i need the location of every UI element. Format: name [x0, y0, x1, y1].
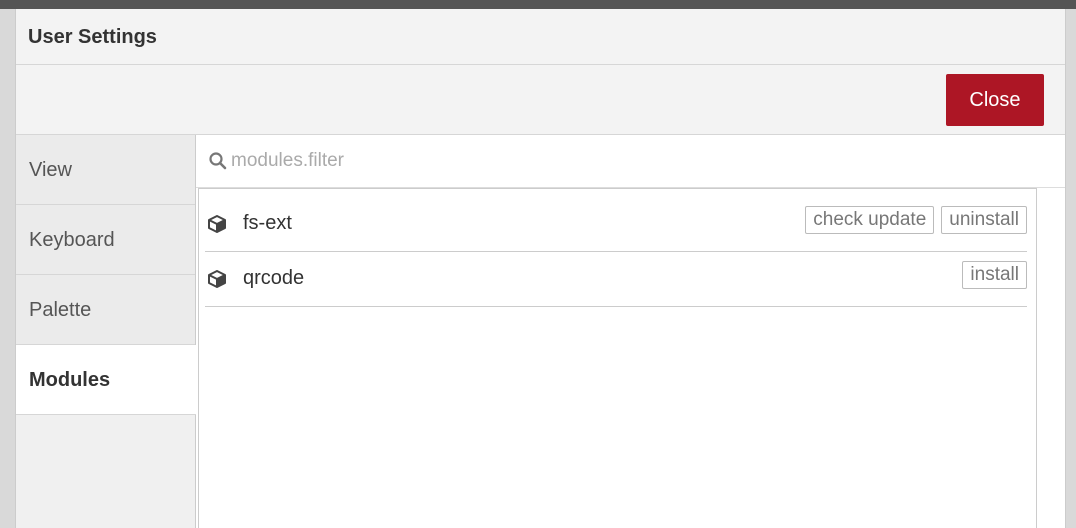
- module-name: fs-ext: [243, 212, 292, 234]
- modules-filter-bar: [196, 135, 1065, 188]
- list-item: fs-ext check update uninstall: [205, 197, 1027, 252]
- dialog-title-bar: User Settings: [16, 9, 1065, 65]
- module-actions: check update uninstall: [805, 206, 1027, 234]
- install-button[interactable]: install: [962, 261, 1027, 289]
- window-top-bar: [0, 0, 1076, 9]
- module-name: qrcode: [243, 267, 305, 289]
- modules-panel: fs-ext check update uninstall qrcode ins…: [196, 135, 1065, 528]
- close-button[interactable]: Close: [946, 74, 1044, 126]
- module-list: fs-ext check update uninstall qrcode ins…: [198, 188, 1037, 528]
- modules-filter-input[interactable]: [229, 145, 1033, 177]
- dialog-button-bar: Close: [16, 65, 1065, 135]
- search-icon: [209, 152, 227, 170]
- list-item: qrcode install: [205, 252, 1027, 307]
- settings-tabs: View Keyboard Palette Modules: [16, 135, 196, 528]
- tab-modules[interactable]: Modules: [16, 345, 196, 415]
- uninstall-button[interactable]: uninstall: [941, 206, 1027, 234]
- tab-view[interactable]: View: [16, 135, 195, 205]
- check-update-button[interactable]: check update: [805, 206, 935, 234]
- cube-icon: [208, 215, 226, 233]
- tab-keyboard[interactable]: Keyboard: [16, 205, 195, 275]
- dialog-title: User Settings: [28, 26, 157, 48]
- cube-icon: [208, 270, 226, 288]
- module-actions: install: [962, 261, 1027, 289]
- tab-palette[interactable]: Palette: [16, 275, 195, 345]
- user-settings-dialog: User Settings Close View Keyboard Palett…: [15, 9, 1066, 528]
